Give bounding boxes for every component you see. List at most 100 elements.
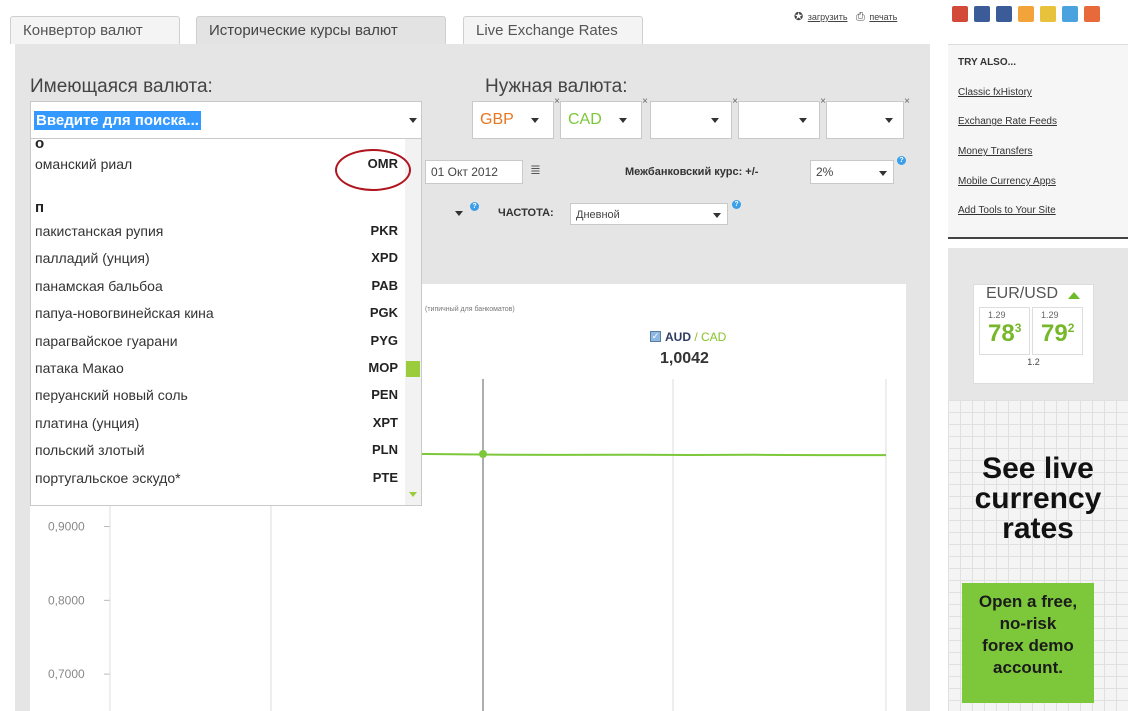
dropdown-scroll-thumb[interactable] [406, 361, 420, 377]
have-currency-label: Имеющаяся валюта: [30, 76, 213, 97]
ask-cell: 1.29 792 [1032, 307, 1083, 355]
need-currency-label: Нужная валюта: [485, 76, 628, 97]
tab-historical-rates[interactable]: Исторические курсы валют [196, 16, 446, 44]
bid-big-digits: 78 [988, 320, 1015, 347]
tab-live-rates[interactable]: Live Exchange Rates [463, 16, 643, 44]
ask-big-digits: 79 [1041, 320, 1068, 347]
y-tick-label: 0,8000 [48, 593, 85, 607]
currency-name: оманский риал [35, 156, 133, 172]
link-mobile-currency-apps[interactable]: Mobile Currency Apps [958, 176, 1056, 187]
tab-label: Live Exchange Rates [476, 22, 618, 39]
chevron-down-icon[interactable] [455, 211, 463, 216]
dropdown-item-pab[interactable]: панамская бальбоа PAB [31, 275, 406, 297]
interbank-value: 2% [816, 165, 834, 179]
dropdown-section-o: о [35, 139, 45, 152]
help-icon[interactable]: ? [897, 156, 906, 165]
share-icon-2[interactable] [996, 6, 1012, 22]
chevron-down-icon[interactable] [409, 118, 417, 123]
dropdown-item-pgk[interactable]: папуа-новогвинейская кина PGK [31, 302, 406, 324]
calendar-icon[interactable]: ≣ [530, 162, 541, 178]
share-icon-5[interactable] [1062, 6, 1078, 22]
share-icon-6[interactable] [1084, 6, 1100, 22]
chart-ticks: 0,9000 0,8000 0,7000 [48, 520, 85, 682]
currency-name: панамская бальбоа [35, 277, 163, 294]
interbank-label: Межбанковский курс: +/- [625, 166, 759, 178]
print-link[interactable]: печать [869, 12, 897, 22]
share-icon-4[interactable] [1040, 6, 1056, 22]
have-currency-search[interactable]: Введите для поиска... [30, 101, 422, 139]
need-currency-select-5[interactable]: × [826, 96, 910, 139]
scroll-down-icon[interactable] [409, 492, 417, 497]
share-icon-3[interactable] [1018, 6, 1034, 22]
see-live-rates-ad[interactable]: See live currency rates [958, 454, 1118, 544]
currency-name: платина (унция) [35, 414, 140, 431]
currency-name: палладий (унция) [35, 250, 150, 267]
share-icon-0[interactable] [952, 6, 968, 22]
link-classic-fxhistory[interactable]: Classic fxHistory [958, 87, 1032, 98]
link-money-transfers[interactable]: Money Transfers [958, 146, 1032, 157]
currency-code: CAD [568, 111, 602, 128]
dropdown-item-pkr[interactable]: пакистанская рупия PKR [31, 220, 406, 242]
interbank-select[interactable]: 2% [810, 160, 894, 184]
currency-code: PEN [371, 387, 398, 403]
tab-converter[interactable]: Конвертор валют [10, 16, 180, 44]
ask-big: 792 [1041, 320, 1074, 348]
need-currency-select-1[interactable]: GBP × [472, 96, 560, 139]
download-icon: ✪ [794, 11, 804, 23]
dropdown-item-pln[interactable]: польский злотый PLN [31, 439, 406, 461]
currency-code: XPD [371, 250, 398, 266]
chevron-down-icon[interactable] [713, 213, 721, 218]
date-field[interactable]: 01 Окт 2012 [425, 160, 523, 184]
download-link[interactable]: загрузить [808, 12, 848, 22]
chevron-down-icon[interactable] [879, 171, 887, 176]
currency-code: MOP [368, 360, 398, 375]
dropdown-item-pen[interactable]: перуанский новый соль PEN [31, 384, 406, 406]
help-icon[interactable]: ? [470, 202, 479, 211]
need-currency-select-4[interactable]: × [738, 96, 826, 139]
remove-icon[interactable]: × [642, 96, 648, 107]
dropdown-item-mop[interactable]: патака Макао MOP [31, 357, 406, 379]
link-exchange-rate-feeds[interactable]: Exchange Rate Feeds [958, 116, 1057, 127]
ad-line: no-risk [999, 614, 1057, 633]
tab-bar: Конвертор валют Исторические курсы валют… [0, 0, 930, 44]
dropdown-item-pyg[interactable]: парагвайское гуарани PYG [31, 330, 406, 352]
currency-name: парагвайское гуарани [35, 332, 178, 349]
series-marker [479, 450, 487, 458]
up-arrow-icon [1068, 292, 1080, 299]
frequency-select[interactable]: Дневной [570, 203, 728, 225]
currency-name: пакистанская рупия [35, 223, 164, 239]
bid-small: 1.29 [988, 310, 1006, 320]
help-icon[interactable]: ? [732, 200, 741, 209]
date-value: 01 Окт 2012 [431, 165, 498, 179]
dropdown-item-pte[interactable]: португальское эскудо* PTE [31, 467, 406, 489]
chevron-down-icon[interactable] [799, 118, 807, 123]
chevron-down-icon[interactable] [531, 118, 539, 123]
currency-code: PYG [370, 332, 398, 348]
currency-code: PTE [372, 469, 398, 485]
eur-usd-widget[interactable]: EUR/USD 1.29 783 1.29 792 1.2 [973, 284, 1094, 384]
need-currency-select-3[interactable]: × [650, 96, 738, 139]
forex-demo-ad[interactable]: Open a free, no-risk forex demo account. [962, 583, 1094, 703]
dropdown-item-xpd[interactable]: палладий (унция) XPD [31, 247, 406, 269]
dropdown-scrollbar[interactable] [405, 139, 421, 505]
currency-code: PLN [372, 442, 398, 458]
dropdown-item-xpt[interactable]: платина (унция) XPT [31, 412, 406, 434]
bid-sup: 3 [1014, 321, 1022, 335]
currency-code: XPT [372, 414, 398, 430]
chevron-down-icon[interactable] [885, 118, 893, 123]
currency-code: PKR [370, 223, 398, 238]
chevron-down-icon[interactable] [619, 118, 627, 123]
share-icon-1[interactable] [974, 6, 990, 22]
remove-icon[interactable]: × [904, 96, 910, 107]
currency-name: патака Макао [35, 360, 124, 376]
spread-value: 1.2 [1027, 357, 1040, 367]
try-also-panel: TRY ALSO... Classic fxHistory Exchange R… [948, 44, 1128, 239]
frequency-value: Дневной [576, 209, 620, 221]
chevron-down-icon[interactable] [711, 118, 719, 123]
link-add-tools[interactable]: Add Tools to Your Site [958, 205, 1056, 216]
need-currency-select-2[interactable]: CAD × [560, 96, 648, 139]
ad-line: Open a free, [978, 592, 1078, 611]
ad-line: currency [974, 482, 1102, 515]
frequency-label: ЧАСТОТА: [498, 207, 554, 219]
ad-line: account. [993, 658, 1063, 677]
